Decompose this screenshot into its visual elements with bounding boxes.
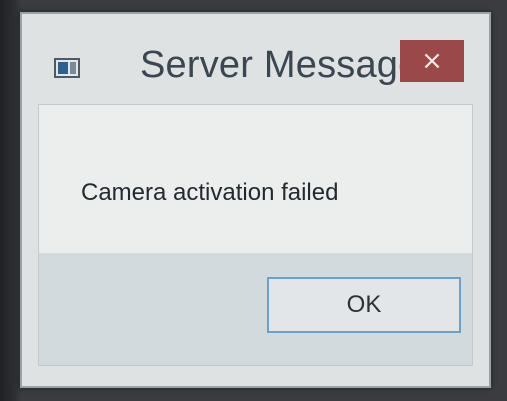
title-bar[interactable]: Server Message × <box>22 14 489 102</box>
ok-button[interactable]: OK <box>267 277 461 333</box>
app-icon-pane <box>58 62 68 74</box>
button-footer: OK <box>39 253 472 365</box>
app-icon-rail <box>70 62 76 74</box>
message-text: Camera activation failed <box>81 179 339 206</box>
close-button[interactable]: × <box>400 40 464 82</box>
app-window-icon <box>54 58 80 78</box>
server-message-dialog: Server Message × Camera activation faile… <box>20 12 491 388</box>
dialog-title: Server Message <box>140 44 420 86</box>
close-icon: × <box>421 46 443 76</box>
dialog-content: Camera activation failed OK <box>38 104 473 366</box>
ok-button-label: OK <box>346 291 382 318</box>
